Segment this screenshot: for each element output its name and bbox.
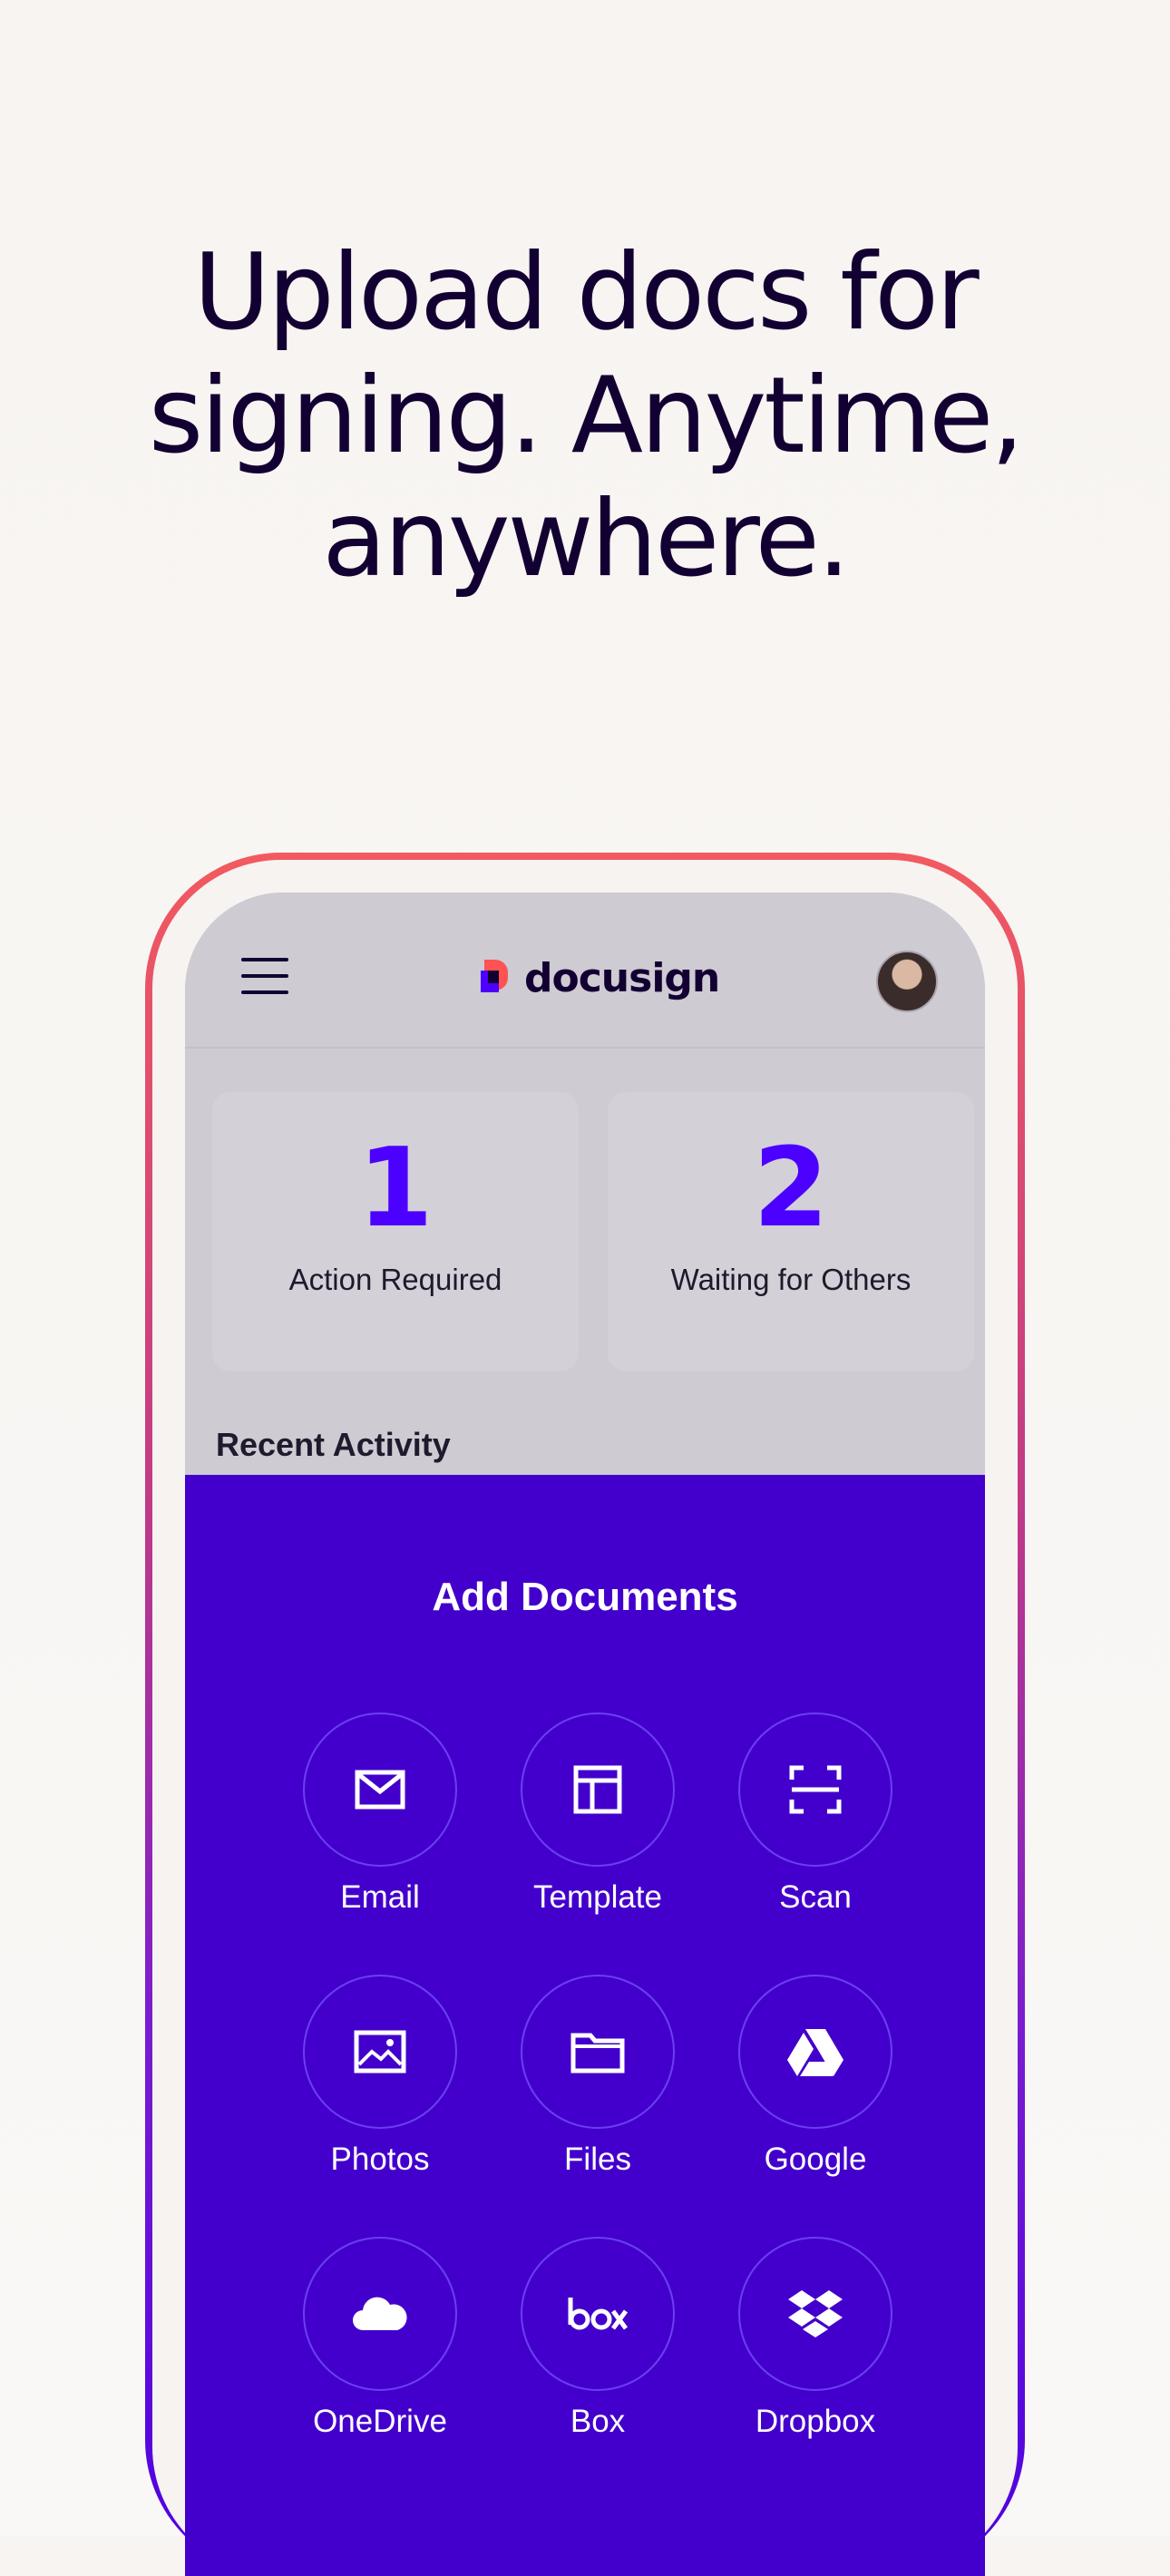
action-required-card[interactable]: 1 Action Required [212, 1092, 579, 1371]
box-icon [568, 2298, 629, 2330]
add-option-files[interactable]: Files [489, 1975, 707, 2178]
waiting-for-others-label: Waiting for Others [670, 1263, 912, 1296]
phone-bezel: docusign 1 Action Required 2 Waiting for… [152, 860, 1018, 2576]
add-option-onedrive[interactable]: OneDrive [271, 2237, 489, 2440]
docusign-logo-mark-icon [481, 960, 515, 996]
photos-label: Photos [330, 2142, 430, 2177]
google-button[interactable] [738, 1975, 892, 2129]
dropbox-button[interactable] [738, 2237, 892, 2391]
template-button[interactable] [521, 1712, 675, 1867]
docusign-logo: docusign [481, 954, 720, 1001]
dropbox-label: Dropbox [755, 2404, 876, 2439]
action-required-count: 1 [357, 1126, 434, 1252]
dropbox-icon [788, 2290, 843, 2337]
add-option-photos[interactable]: Photos [271, 1975, 489, 2178]
folder-icon [570, 2033, 625, 2073]
app-header: docusign [185, 893, 985, 1049]
scan-button[interactable] [738, 1712, 892, 1867]
add-option-scan[interactable]: Scan [707, 1712, 924, 1916]
scan-icon [789, 1765, 842, 1814]
template-icon [573, 1765, 622, 1814]
add-option-email[interactable]: Email [271, 1712, 489, 1916]
onedrive-cloud-icon [353, 2297, 407, 2330]
add-option-google[interactable]: Google [707, 1975, 924, 2178]
box-button[interactable] [521, 2237, 675, 2391]
action-required-label: Action Required [288, 1263, 502, 1296]
email-icon [355, 1770, 405, 1810]
onedrive-button[interactable] [303, 2237, 457, 2391]
waiting-for-others-count: 2 [753, 1126, 829, 1252]
add-option-dropbox[interactable]: Dropbox [707, 2237, 924, 2440]
headline-line-2: signing. Anytime, [148, 355, 1024, 477]
phone-frame: docusign 1 Action Required 2 Waiting for… [145, 853, 1025, 2576]
scan-label: Scan [779, 1879, 852, 1915]
template-label: Template [532, 1879, 663, 1915]
add-option-template[interactable]: Template [489, 1712, 707, 1916]
box-label: Box [570, 2404, 626, 2439]
add-option-box[interactable]: Box [489, 2237, 707, 2440]
photos-button[interactable] [303, 1975, 457, 2129]
files-button[interactable] [521, 1975, 675, 2129]
recent-activity-heading: Recent Activity [216, 1426, 451, 1463]
email-label: Email [340, 1879, 420, 1915]
add-documents-sheet: Add Documents Email Template Scan Photos… [185, 1475, 985, 2576]
headline-line-1: Upload docs for [193, 231, 980, 354]
brand-name: docusign [524, 954, 720, 1001]
hamburger-menu-icon[interactable] [241, 958, 288, 994]
user-avatar[interactable] [876, 951, 938, 1012]
photos-icon [354, 2030, 406, 2073]
onedrive-label: OneDrive [313, 2404, 447, 2439]
waiting-for-others-card[interactable]: 2 Waiting for Others [608, 1092, 974, 1371]
marketing-headline: Upload docs for signing. Anytime, anywhe… [0, 231, 1170, 601]
app-screen: docusign 1 Action Required 2 Waiting for… [185, 893, 985, 2576]
email-button[interactable] [303, 1712, 457, 1867]
google-label: Google [764, 2142, 867, 2177]
files-label: Files [564, 2142, 631, 2177]
headline-line-3: anywhere. [322, 478, 850, 600]
add-documents-title: Add Documents [432, 1575, 738, 1619]
google-drive-icon [787, 2029, 843, 2076]
